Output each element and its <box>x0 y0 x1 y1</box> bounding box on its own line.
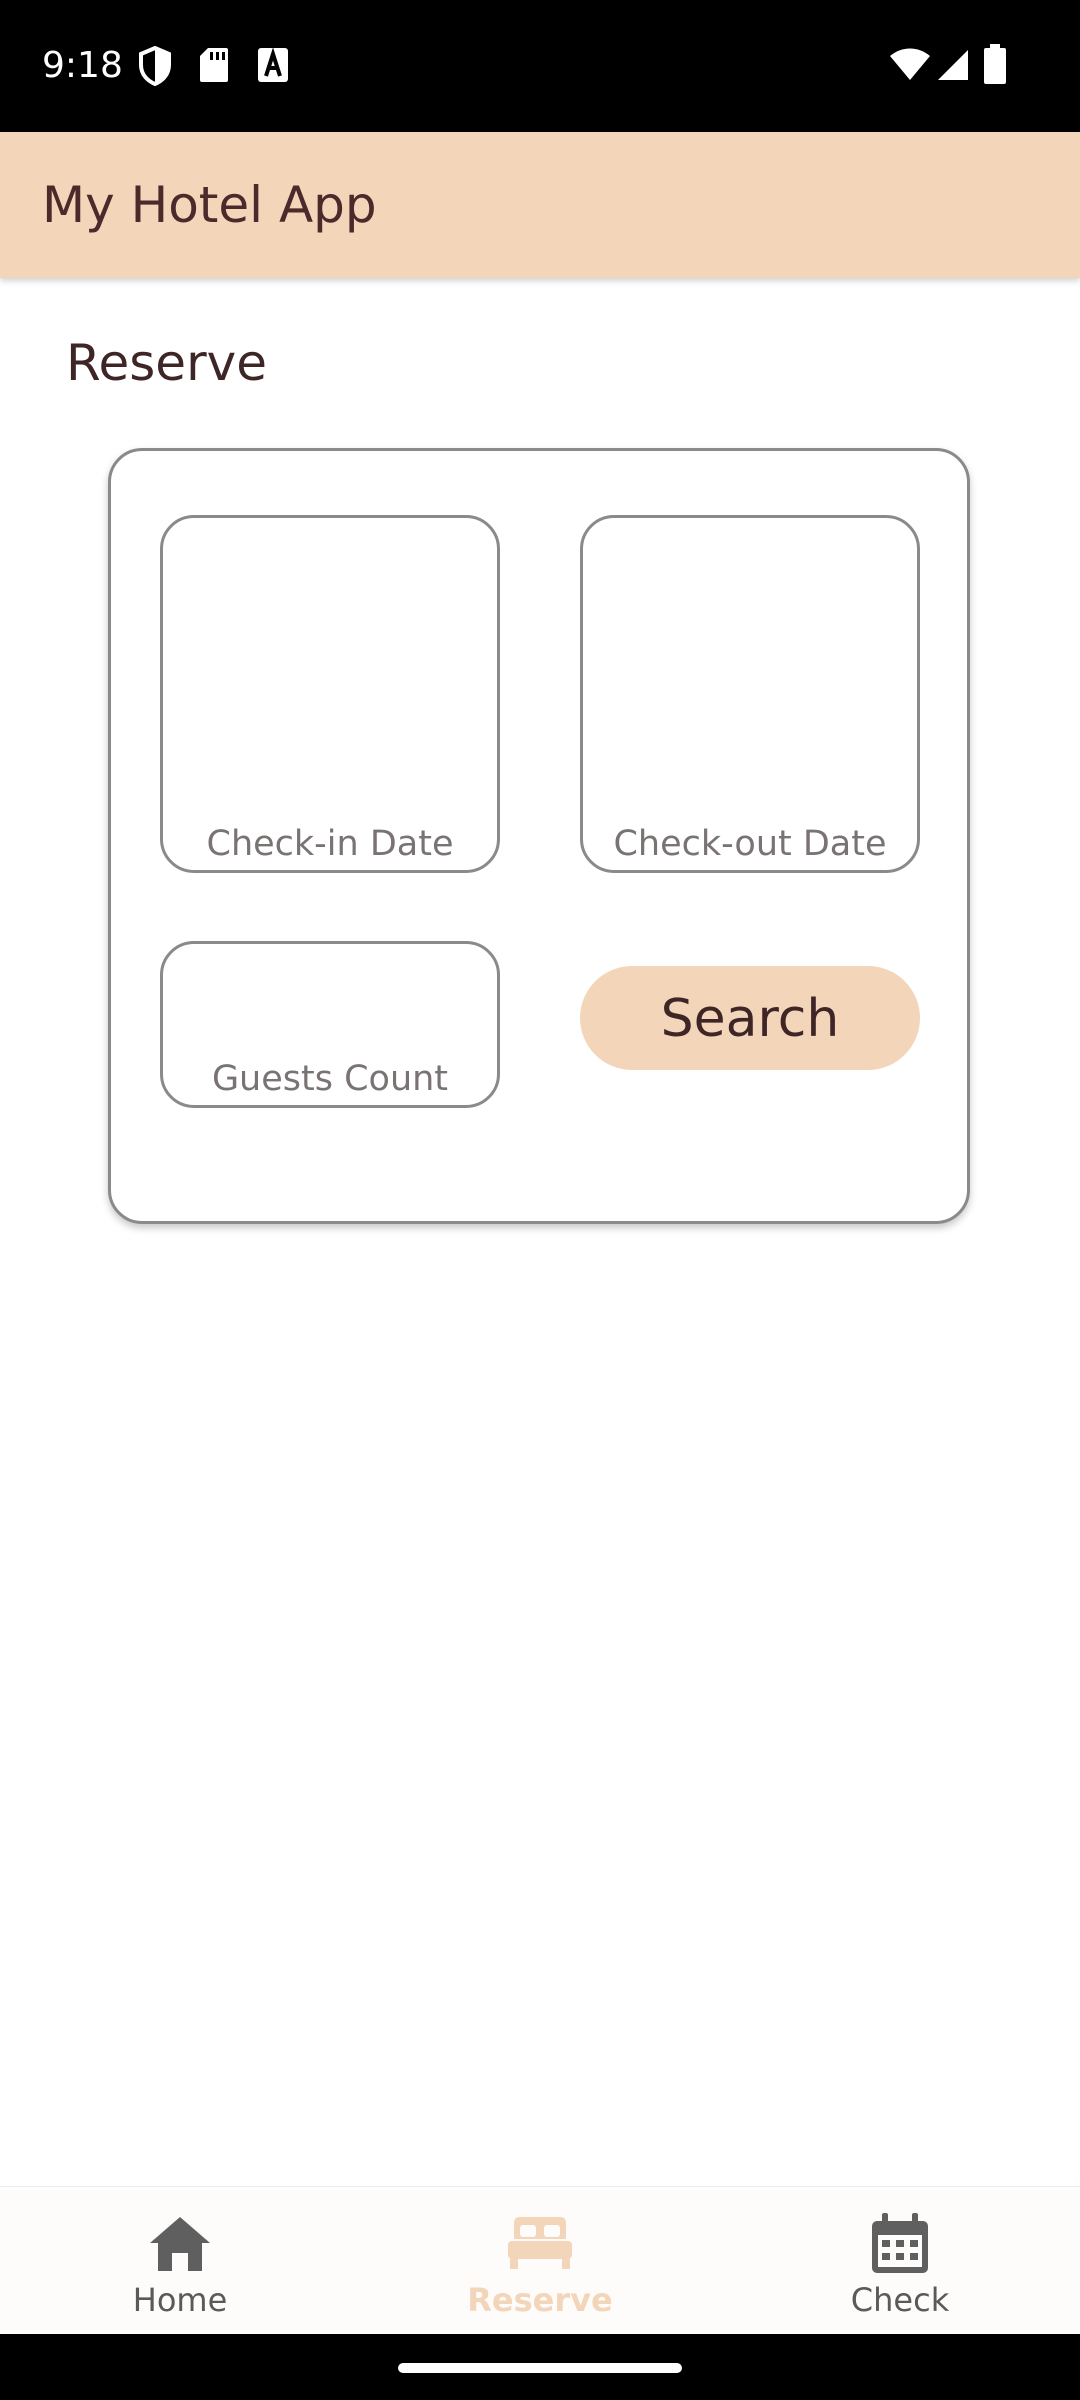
checkin-date-label: Check-in Date <box>206 824 454 864</box>
checkin-date-field[interactable]: Check-in Date <box>160 515 500 873</box>
nav-item-check[interactable]: Check <box>720 2187 1080 2335</box>
bed-icon <box>506 2213 574 2275</box>
app-title: My Hotel App <box>42 176 377 234</box>
guests-count-label: Guests Count <box>211 1059 449 1099</box>
nav-item-home[interactable]: Home <box>0 2187 360 2335</box>
system-gesture-bar <box>0 2334 1080 2400</box>
signal-icon <box>936 48 970 87</box>
text-a-icon <box>256 46 290 89</box>
nav-item-reserve[interactable]: Reserve <box>360 2187 720 2335</box>
guests-count-field[interactable]: Guests Count <box>160 941 500 1108</box>
home-icon <box>146 2213 214 2275</box>
status-bar: 9:18 <box>0 0 1080 132</box>
search-button[interactable]: Search <box>580 966 920 1070</box>
calendar-icon <box>866 2213 934 2275</box>
gesture-handle[interactable] <box>398 2363 682 2373</box>
sd-card-icon <box>198 46 230 89</box>
app-bar: My Hotel App <box>0 132 1080 278</box>
nav-label-reserve: Reserve <box>467 2281 613 2319</box>
nav-label-check: Check <box>850 2281 950 2319</box>
bottom-navigation: Home Reserve Check <box>0 2186 1080 2335</box>
wifi-icon <box>888 48 932 87</box>
status-time: 9:18 <box>42 45 123 86</box>
nav-label-home: Home <box>132 2281 228 2319</box>
checkout-date-label: Check-out Date <box>613 824 887 864</box>
page-title: Reserve <box>66 334 267 392</box>
battery-icon <box>984 44 1006 89</box>
shield-icon <box>138 45 172 91</box>
checkout-date-field[interactable]: Check-out Date <box>580 515 920 873</box>
